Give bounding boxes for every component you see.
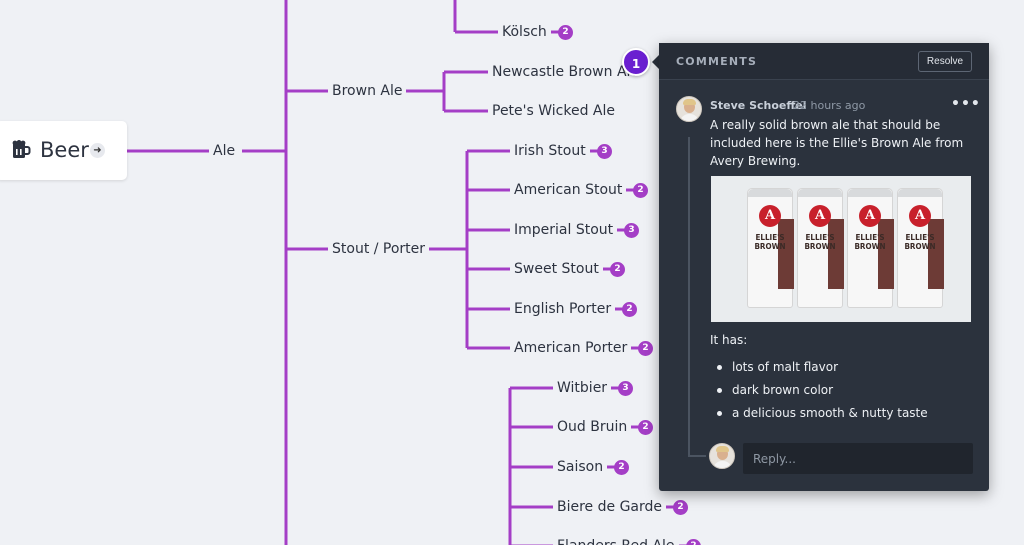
node-american-stout[interactable]: American Stout <box>510 182 627 198</box>
count-badge[interactable]: 3 <box>624 223 639 238</box>
can-logo: A <box>759 205 781 227</box>
can-logo: A <box>859 205 881 227</box>
node-sweet-stout[interactable]: Sweet Stout <box>510 261 603 277</box>
reply-input[interactable]: Reply... <box>743 443 973 474</box>
comment-bullet-list: lots of malt flavor dark brown color a d… <box>717 356 928 425</box>
can-name: ELLIE'S BROWN <box>904 233 936 251</box>
count-badge[interactable]: 2 <box>638 420 653 435</box>
list-item: a delicious smooth & nutty taste <box>717 402 928 425</box>
node-brown-ale[interactable]: Brown Ale <box>328 83 407 99</box>
can-logo: A <box>909 205 931 227</box>
arrow-right-icon[interactable]: ➜ <box>90 143 105 158</box>
can-name: ELLIE'S BROWN <box>854 233 886 251</box>
avatar <box>676 96 702 122</box>
count-badge[interactable]: 3 <box>597 144 612 159</box>
beer-mug-icon <box>11 140 31 164</box>
root-node-label: Beer <box>40 138 89 162</box>
count-badge[interactable]: 3 <box>618 381 633 396</box>
count-badge[interactable]: 2 <box>622 302 637 317</box>
more-horizontal-icon[interactable]: ••• <box>951 96 981 112</box>
count-badge[interactable]: 2 <box>633 183 648 198</box>
count-badge[interactable]: 2 <box>673 500 688 515</box>
node-irish-stout[interactable]: Irish Stout <box>510 143 590 159</box>
can-image: A ELLIE'S BROWN <box>747 188 794 308</box>
can-logo: A <box>809 205 831 227</box>
can-image: A ELLIE'S BROWN <box>797 188 844 308</box>
list-item: dark brown color <box>717 379 928 402</box>
node-saison[interactable]: Saison <box>553 459 608 475</box>
node-imperial-stout[interactable]: Imperial Stout <box>510 222 618 238</box>
comment-timestamp: 22 hours ago <box>793 99 866 112</box>
node-newcastle[interactable]: Newcastle Brown Ale <box>488 64 644 80</box>
node-american-porter[interactable]: American Porter <box>510 340 632 356</box>
node-english-porter[interactable]: English Porter <box>510 301 616 317</box>
comments-title: COMMENTS <box>676 55 758 68</box>
panel-pointer <box>652 55 659 69</box>
node-kolsch[interactable]: Kölsch <box>498 24 551 40</box>
list-item: lots of malt flavor <box>717 356 928 379</box>
comment-list-heading: It has: <box>710 333 748 347</box>
node-ale[interactable]: Ale <box>209 143 240 159</box>
comment-image[interactable]: A ELLIE'S BROWN A ELLIE'S BROWN A ELLIE'… <box>711 176 971 322</box>
mindmap-canvas[interactable]: Beer ➜ Ale Kölsch Brown Ale Newcastle Brow… <box>0 0 1024 545</box>
node-oud-bruin[interactable]: Oud Bruin <box>553 419 632 435</box>
root-node-beer[interactable]: Beer ➜ <box>0 121 127 180</box>
comment-pin[interactable]: 1 <box>622 48 650 76</box>
thread-line <box>688 137 690 457</box>
can-name: ELLIE'S BROWN <box>754 233 786 251</box>
comment-body: A really solid brown ale that should be … <box>710 118 964 168</box>
comments-panel: COMMENTS Resolve Steve Schoeffel 22 hour… <box>659 43 989 491</box>
node-stout-porter[interactable]: Stout / Porter <box>328 241 430 257</box>
node-witbier[interactable]: Witbier <box>553 380 612 396</box>
comments-header: COMMENTS Resolve <box>659 43 989 80</box>
node-flanders-red[interactable]: Flanders Red Ale <box>553 538 679 545</box>
node-biere-de-garde[interactable]: Biere de Garde <box>553 499 667 515</box>
can-image: A ELLIE'S BROWN <box>847 188 894 308</box>
can-name: ELLIE'S BROWN <box>804 233 836 251</box>
can-image: A ELLIE'S BROWN <box>897 188 944 308</box>
count-badge[interactable]: 2 <box>638 341 653 356</box>
count-badge[interactable]: 2 <box>558 25 573 40</box>
count-badge[interactable]: 2 <box>610 262 625 277</box>
count-badge[interactable]: 2 <box>614 460 629 475</box>
node-petes[interactable]: Pete's Wicked Ale <box>488 103 620 119</box>
reply-avatar <box>709 443 735 469</box>
resolve-button[interactable]: Resolve <box>918 51 972 72</box>
thread-hook <box>688 455 706 457</box>
